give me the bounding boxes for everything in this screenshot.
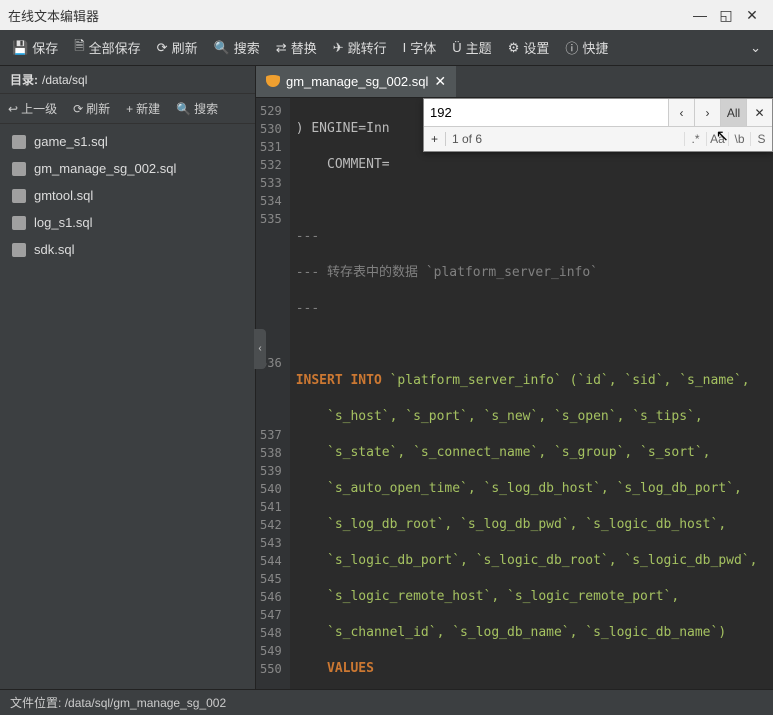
save-all-button[interactable]: 🗎全部保存 [66,30,148,65]
directory-row: 目录: /data/sql [0,66,255,94]
tab-active[interactable]: gm_manage_sg_002.sql ✕ [256,66,456,97]
file-list: game_s1.sql gm_manage_sg_002.sql gmtool.… [0,124,255,689]
file-icon [12,216,26,230]
save-all-icon: 🗎 [74,37,84,59]
file-item[interactable]: gmtool.sql [0,182,255,209]
close-button[interactable]: ✕ [739,7,765,24]
find-expand-button[interactable]: + [424,132,446,146]
status-path: /data/sql/gm_manage_sg_002 [65,696,226,710]
sidebar-tools: ↩上一级 ⟳刷新 +新建 🔍搜索 [0,94,255,124]
find-next-button[interactable]: › [694,99,720,126]
file-item[interactable]: game_s1.sql [0,128,255,155]
app-title: 在线文本编辑器 [8,6,99,25]
find-input[interactable] [424,99,668,126]
refresh-button[interactable]: ⟳刷新 [149,30,206,65]
theme-button[interactable]: Ü主题 [444,30,499,65]
minimize-button[interactable]: — [687,7,713,23]
theme-icon: Ü [452,40,461,55]
tab-close-icon[interactable]: ✕ [434,73,446,90]
tab-label: gm_manage_sg_002.sql [286,74,428,89]
goto-icon: ✈ [333,40,344,56]
replace-icon: ⇄ [276,40,287,56]
directory-path: /data/sql [42,73,87,87]
gutter: 5295305315325335345355365375385395405415… [256,98,290,689]
up-icon: ↩ [8,102,18,116]
settings-button[interactable]: ⚙设置 [500,30,558,65]
statusbar: 文件位置: /data/sql/gm_manage_sg_002 [0,689,773,715]
gear-icon: ⚙ [508,40,520,56]
find-selection-toggle[interactable]: S [750,132,772,146]
file-icon [12,162,26,176]
new-button[interactable]: +新建 [118,94,168,123]
code-area[interactable]: 逻辑数 529530531532533534535536537538539540… [256,98,773,689]
file-icon [12,135,26,149]
find-panel: ‹ › All ✕ + 1 of 6 .* Aa \b S [423,98,773,152]
plus-icon: + [126,102,133,116]
toolbar-overflow[interactable]: ⌄ [742,40,769,56]
sidebar-refresh-button[interactable]: ⟳刷新 [65,94,118,123]
status-label: 文件位置: [10,694,61,711]
up-button[interactable]: ↩上一级 [0,94,65,123]
find-case-toggle[interactable]: Aa [706,132,728,146]
file-item[interactable]: sdk.sql [0,236,255,263]
tabs: gm_manage_sg_002.sql ✕ [256,66,773,98]
font-button[interactable]: I字体 [395,30,445,65]
code-lines[interactable]: ) ENGINE=Inn COMMENT= --- --- 转存表中的数据 `p… [290,98,773,689]
maximize-button[interactable]: ◱ [713,7,739,24]
save-button[interactable]: 💾保存 [4,30,66,65]
search-button[interactable]: 🔍搜索 [206,30,268,65]
replace-button[interactable]: ⇄替换 [268,30,325,65]
find-prev-button[interactable]: ‹ [668,99,694,126]
refresh-icon: ⟳ [73,102,83,116]
titlebar: 在线文本编辑器 — ◱ ✕ [0,0,773,30]
file-item[interactable]: gm_manage_sg_002.sql [0,155,255,182]
file-icon [12,243,26,257]
find-all-button[interactable]: All [720,99,746,126]
search-icon: 🔍 [176,102,191,116]
find-word-toggle[interactable]: \b [728,132,750,146]
editor-area: gm_manage_sg_002.sql ✕ 逻辑数 5295305315325… [256,66,773,689]
sidebar-search-button[interactable]: 🔍搜索 [168,94,226,123]
file-icon [12,189,26,203]
directory-label: 目录: [10,71,38,88]
refresh-icon: ⟳ [157,40,168,56]
save-icon: 💾 [12,40,28,56]
find-regex-toggle[interactable]: .* [684,132,706,146]
file-item[interactable]: log_s1.sql [0,209,255,236]
goto-button[interactable]: ✈跳转行 [325,30,395,65]
info-icon: ⓘ [565,38,578,57]
sidebar: 目录: /data/sql ↩上一级 ⟳刷新 +新建 🔍搜索 game_s1.s… [0,66,256,689]
search-icon: 🔍 [214,40,230,56]
main-toolbar: 💾保存 🗎全部保存 ⟳刷新 🔍搜索 ⇄替换 ✈跳转行 I字体 Ü主题 ⚙设置 ⓘ… [0,30,773,66]
find-count: 1 of 6 [446,132,684,146]
database-icon [266,75,280,89]
sidebar-collapse-handle[interactable]: ‹ [254,329,266,369]
font-icon: I [403,40,407,55]
find-close-button[interactable]: ✕ [746,99,772,126]
shortcut-button[interactable]: ⓘ快捷 [557,30,616,65]
